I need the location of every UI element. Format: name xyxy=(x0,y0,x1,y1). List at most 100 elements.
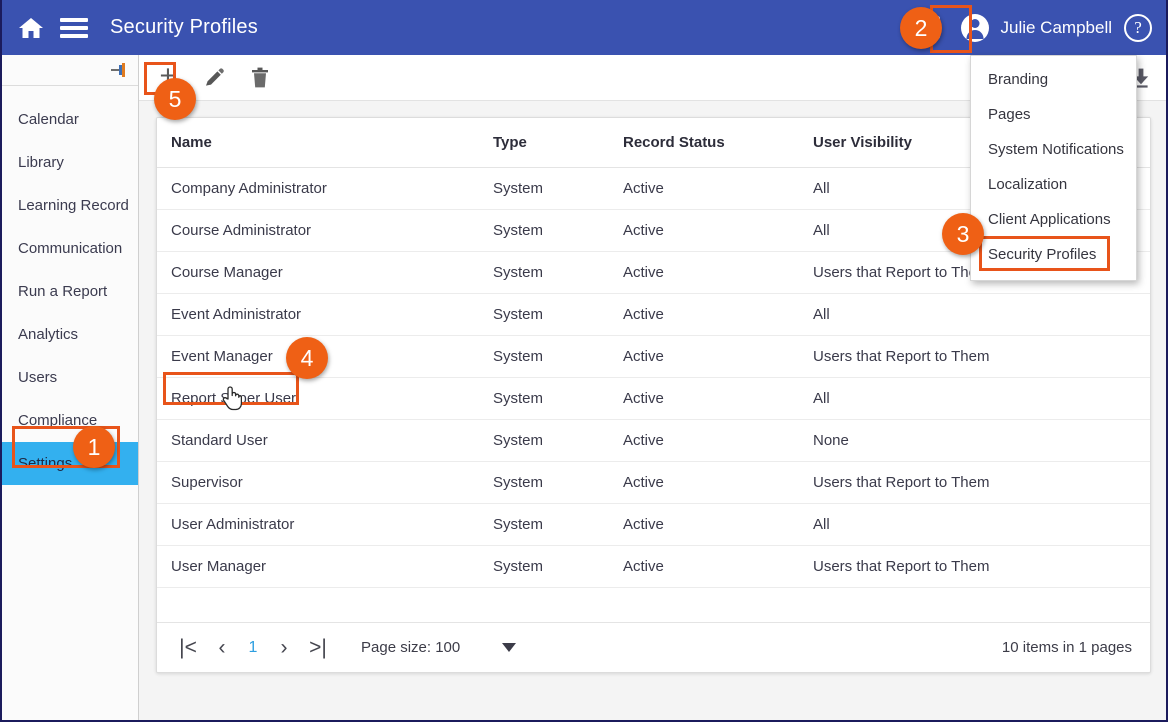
home-icon[interactable] xyxy=(18,16,44,40)
sidebar-item-label: Calendar xyxy=(18,111,79,128)
dropdown-item-pages[interactable]: Pages xyxy=(971,97,1136,132)
page-size-label: Page size: 100 xyxy=(361,639,461,656)
sidebar-item-label: Settings xyxy=(18,455,73,472)
column-header-type[interactable]: Type xyxy=(479,118,609,168)
sidebar-item-label: Users xyxy=(18,369,58,386)
sidebar-item-list: Calendar Library Learning Record Communi… xyxy=(2,86,138,485)
callout-badge-4: 4 xyxy=(286,337,328,379)
cell-name[interactable]: Event Administrator xyxy=(157,293,479,336)
sidebar-item-calendar[interactable]: Calendar xyxy=(2,98,138,141)
cell-type: System xyxy=(479,503,609,546)
header-right-group: Julie Campbell ? xyxy=(927,0,1152,55)
cell-name[interactable]: Report Super User xyxy=(157,377,479,420)
dropdown-item-branding[interactable]: Branding xyxy=(971,62,1136,97)
cell-name[interactable]: Company Administrator xyxy=(157,167,479,210)
callout-badge-2: 2 xyxy=(900,7,942,49)
cell-type: System xyxy=(479,419,609,462)
cell-status: Active xyxy=(609,503,799,546)
column-header-name[interactable]: Name xyxy=(157,118,479,168)
cell-type: System xyxy=(479,251,609,294)
cell-name[interactable]: Course Administrator xyxy=(157,209,479,252)
pencil-icon xyxy=(206,67,224,86)
page-number-1[interactable]: 1 xyxy=(239,639,267,657)
cell-visibility: All xyxy=(799,293,1150,336)
table-row[interactable]: Supervisor System Active Users that Repo… xyxy=(157,461,1150,504)
sidebar-item-run-a-report[interactable]: Run a Report xyxy=(2,270,138,313)
sidebar-item-label: Compliance xyxy=(18,412,98,429)
cell-status: Active xyxy=(609,335,799,378)
sidebar-item-label: Library xyxy=(18,154,64,171)
delete-button[interactable] xyxy=(245,63,275,93)
top-header-bar: Security Profiles Julie Campbell ? xyxy=(2,0,1166,55)
question-mark-icon[interactable]: ? xyxy=(1124,13,1152,42)
sidebar-item-learning-record[interactable]: Learning Record xyxy=(2,184,138,227)
avatar[interactable] xyxy=(960,13,989,42)
dropdown-item-client-applications[interactable]: Client Applications xyxy=(971,202,1136,237)
cell-type: System xyxy=(479,545,609,588)
header-left-group: Security Profiles xyxy=(2,16,258,40)
cell-name[interactable]: Supervisor xyxy=(157,461,479,504)
sidebar-header xyxy=(2,55,138,86)
cell-status: Active xyxy=(609,251,799,294)
cell-type: System xyxy=(479,335,609,378)
cell-visibility: Users that Report to Them xyxy=(799,545,1150,588)
dropdown-item-system-notifications[interactable]: System Notifications xyxy=(971,132,1136,167)
user-name-label: Julie Campbell xyxy=(1000,17,1113,37)
cell-type: System xyxy=(479,377,609,420)
cell-status: Active xyxy=(609,545,799,588)
callout-badge-5: 5 xyxy=(154,78,196,120)
pin-icon[interactable] xyxy=(110,62,128,78)
cell-visibility: All xyxy=(799,503,1150,546)
first-page-button[interactable]: |< xyxy=(171,631,205,665)
sidebar-item-label: Learning Record xyxy=(18,197,129,214)
cell-status: Active xyxy=(609,461,799,504)
settings-dropdown-menu: Branding Pages System Notifications Loca… xyxy=(970,55,1137,281)
cell-visibility: All xyxy=(799,377,1150,420)
sidebar-item-analytics[interactable]: Analytics xyxy=(2,313,138,356)
application-window: Security Profiles Julie Campbell ? Calen… xyxy=(0,0,1168,722)
cell-type: System xyxy=(479,167,609,210)
cell-name[interactable]: Standard User xyxy=(157,419,479,462)
callout-badge-3: 3 xyxy=(942,213,984,255)
cell-name[interactable]: User Administrator xyxy=(157,503,479,546)
cursor-pointer-icon xyxy=(222,386,242,411)
table-row[interactable]: Event Administrator System Active All xyxy=(157,293,1150,336)
page-title: Security Profiles xyxy=(110,16,258,38)
column-header-record-status[interactable]: Record Status xyxy=(609,118,799,168)
table-row[interactable]: User Administrator System Active All xyxy=(157,503,1150,546)
sidebar-item-users[interactable]: Users xyxy=(2,356,138,399)
dropdown-item-security-profiles[interactable]: Security Profiles xyxy=(971,237,1136,272)
cell-visibility: Users that Report to Them xyxy=(799,461,1150,504)
sidebar-item-compliance[interactable]: Compliance xyxy=(2,399,138,442)
table-row[interactable]: User Manager System Active Users that Re… xyxy=(157,545,1150,588)
cell-type: System xyxy=(479,293,609,336)
cell-visibility: Users that Report to Them xyxy=(799,335,1150,378)
pagination-summary: 10 items in 1 pages xyxy=(1001,639,1132,656)
last-page-button[interactable]: >| xyxy=(301,631,335,665)
chevron-down-icon[interactable] xyxy=(502,643,517,652)
cell-type: System xyxy=(479,461,609,504)
pagination-bar: |< ‹ 1 › >| Page size: 100 10 items in 1… xyxy=(157,622,1150,672)
sidebar-navigation: Calendar Library Learning Record Communi… xyxy=(2,55,139,720)
hamburger-icon[interactable] xyxy=(60,17,88,38)
previous-page-button[interactable]: ‹ xyxy=(205,631,239,665)
sidebar-item-library[interactable]: Library xyxy=(2,141,138,184)
sidebar-item-communication[interactable]: Communication xyxy=(2,227,138,270)
cell-status: Active xyxy=(609,167,799,210)
sidebar-item-label: Analytics xyxy=(18,326,79,343)
edit-button[interactable] xyxy=(199,63,229,93)
callout-badge-1: 1 xyxy=(73,426,115,468)
sidebar-item-label: Run a Report xyxy=(18,283,108,300)
sidebar-item-label: Communication xyxy=(18,240,123,257)
table-row[interactable]: Standard User System Active None xyxy=(157,419,1150,462)
cell-status: Active xyxy=(609,377,799,420)
table-row-report-super-user[interactable]: Report Super User System Active All xyxy=(157,377,1150,420)
cell-name[interactable]: User Manager xyxy=(157,545,479,588)
cell-type: System xyxy=(479,209,609,252)
next-page-button[interactable]: › xyxy=(267,631,301,665)
dropdown-item-localization[interactable]: Localization xyxy=(971,167,1136,202)
cell-status: Active xyxy=(609,419,799,462)
sidebar-item-settings[interactable]: Settings xyxy=(2,442,138,485)
cell-status: Active xyxy=(609,293,799,336)
cell-name[interactable]: Course Manager xyxy=(157,251,479,294)
